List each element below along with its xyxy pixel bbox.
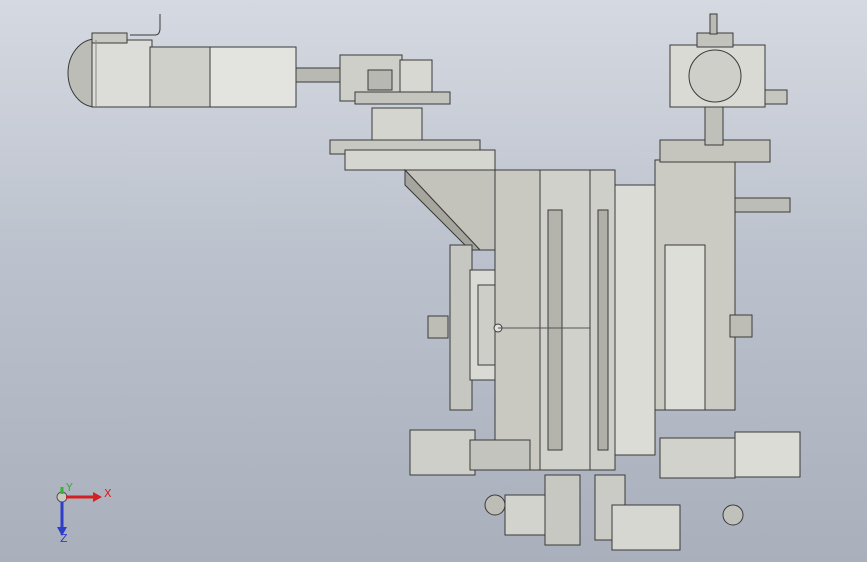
z-axis-label: Z — [60, 532, 68, 545]
angle-bracket[interactable] — [403, 168, 496, 251]
right-column[interactable] — [654, 104, 791, 411]
axis-triad: X Y Z — [56, 481, 112, 545]
x-axis-label: X — [104, 487, 112, 500]
x-axis-head — [93, 492, 102, 502]
cad-viewport[interactable]: X Y Z — [0, 0, 867, 562]
assembly-model[interactable]: X Y Z — [0, 0, 867, 562]
servo-motor[interactable] — [67, 14, 347, 108]
y-axis-label: Y — [65, 481, 73, 494]
right-sensor-block[interactable] — [669, 13, 788, 108]
coupling-housing[interactable] — [329, 54, 496, 171]
center-rail[interactable] — [589, 169, 656, 471]
